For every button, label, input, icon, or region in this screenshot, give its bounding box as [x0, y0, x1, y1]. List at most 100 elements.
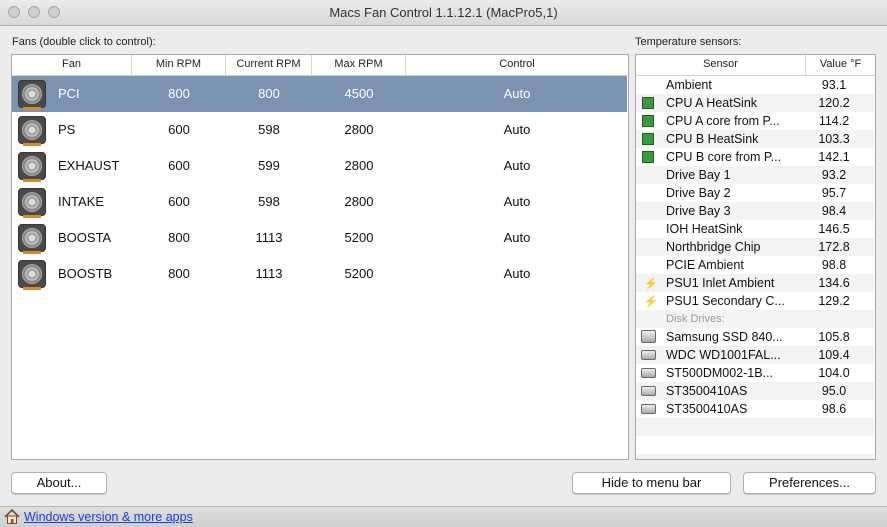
- column-header-control[interactable]: Control: [406, 55, 628, 75]
- sensors-table[interactable]: Sensor Value °F Ambient 93.1 CPU A HeatSin…: [635, 54, 876, 460]
- sensor-value: 95.7: [821, 186, 847, 200]
- sensor-row[interactable]: PCIE Ambient 98.8: [636, 256, 874, 274]
- fan-name: BOOSTA: [58, 230, 112, 245]
- sensor-value: 172.8: [818, 240, 850, 254]
- sensor-name: Northbridge Chip: [666, 240, 761, 254]
- ssd-drive-icon: [641, 330, 656, 343]
- column-header-current-rpm[interactable]: Current RPM: [226, 55, 312, 75]
- sensor-name: CPU A HeatSink: [666, 96, 758, 110]
- sensor-row[interactable]: Drive Bay 1 93.2: [636, 166, 874, 184]
- preferences-button[interactable]: Preferences...: [743, 472, 876, 494]
- fan-row[interactable]: EXHAUST 600 599 2800 Auto: [12, 148, 627, 184]
- sensor-value: 134.6: [818, 276, 850, 290]
- fan-control-mode[interactable]: Auto: [406, 256, 628, 292]
- fan-current-rpm: 598: [258, 194, 280, 209]
- sensor-row[interactable]: CPU A core from P... 114.2: [636, 112, 874, 130]
- empty-row: [636, 436, 874, 454]
- fan-max-rpm: 5200: [344, 266, 374, 281]
- sensor-name: ST500DM002-1B...: [666, 366, 773, 380]
- sensor-value: 98.6: [821, 402, 847, 416]
- fan-max-rpm: 5200: [344, 230, 374, 245]
- fan-icon: [18, 224, 46, 254]
- group-label-text: Disk Drives:: [666, 313, 725, 325]
- windows-version-link[interactable]: Windows version & more apps: [24, 510, 193, 524]
- sensor-name: ST3500410AS: [666, 384, 748, 398]
- fans-label: Fans (double click to control):: [12, 36, 156, 48]
- sensor-name: PCIE Ambient: [666, 258, 744, 272]
- sensors-label: Temperature sensors:: [635, 36, 742, 48]
- sensor-name: Drive Bay 3: [666, 204, 731, 218]
- fan-icon: [18, 152, 46, 182]
- sensor-row[interactable]: Drive Bay 3 98.4: [636, 202, 874, 220]
- fan-current-rpm: 800: [258, 86, 280, 101]
- sensor-value: 129.2: [818, 294, 850, 308]
- fan-row[interactable]: BOOSTA 800 1113 5200 Auto: [12, 220, 627, 256]
- empty-row: [636, 454, 874, 459]
- fan-control-mode[interactable]: Auto: [406, 148, 628, 184]
- sensor-row[interactable]: ⚡ PSU1 Secondary C... 129.2: [636, 292, 874, 310]
- sensor-row[interactable]: Samsung SSD 840... 105.8: [636, 328, 874, 346]
- sensor-row[interactable]: WDC WD1001FAL... 109.4: [636, 346, 874, 364]
- column-header-value[interactable]: Value °F: [806, 55, 875, 75]
- fan-control-mode[interactable]: Auto: [406, 184, 628, 220]
- cpu-chip-icon: [642, 133, 654, 145]
- sensor-row[interactable]: CPU B HeatSink 103.3: [636, 130, 874, 148]
- fan-row[interactable]: INTAKE 600 598 2800 Auto: [12, 184, 627, 220]
- sensor-name: ST3500410AS: [666, 402, 748, 416]
- sensor-row[interactable]: CPU A HeatSink 120.2: [636, 94, 874, 112]
- sensor-row[interactable]: ST3500410AS 95.0: [636, 382, 874, 400]
- sensor-value: 93.2: [821, 168, 847, 182]
- cpu-chip-icon: [642, 115, 654, 127]
- fan-row[interactable]: BOOSTB 800 1113 5200 Auto: [12, 256, 627, 292]
- sensor-name: CPU B core from P...: [666, 150, 782, 164]
- fan-name: PCI: [58, 86, 80, 101]
- fan-name: EXHAUST: [58, 158, 120, 173]
- fan-icon: [18, 80, 46, 110]
- fan-min-rpm: 600: [168, 194, 190, 209]
- sensor-value: 105.8: [818, 330, 850, 344]
- sensor-value: 93.1: [821, 78, 847, 92]
- fan-row[interactable]: PCI 800 800 4500 Auto: [12, 76, 627, 112]
- sensor-row[interactable]: ⚡ PSU1 Inlet Ambient 134.6: [636, 274, 874, 292]
- hard-drive-icon: [641, 368, 656, 378]
- about-button[interactable]: About...: [11, 472, 107, 494]
- sensor-value: 146.5: [818, 222, 850, 236]
- fans-table[interactable]: Fan Min RPM Current RPM Max RPM Control …: [11, 54, 629, 460]
- hard-drive-icon: [641, 386, 656, 396]
- fan-row[interactable]: PS 600 598 2800 Auto: [12, 112, 627, 148]
- column-header-sensor[interactable]: Sensor: [636, 55, 806, 75]
- sensor-name: Drive Bay 1: [666, 168, 731, 182]
- sensor-value: 98.4: [821, 204, 847, 218]
- fan-max-rpm: 2800: [344, 122, 374, 137]
- column-header-max-rpm[interactable]: Max RPM: [312, 55, 406, 75]
- fan-icon: [18, 188, 46, 218]
- sensor-value: 95.0: [821, 384, 847, 398]
- sensor-row[interactable]: Northbridge Chip 172.8: [636, 238, 874, 256]
- sensor-name: IOH HeatSink: [666, 222, 743, 236]
- sensor-row[interactable]: ST3500410AS 98.6: [636, 400, 874, 418]
- cpu-chip-icon: [642, 151, 654, 163]
- sensor-name: Samsung SSD 840...: [666, 330, 783, 344]
- sensor-row[interactable]: Ambient 93.1: [636, 76, 874, 94]
- empty-row: [636, 418, 874, 436]
- fan-current-rpm: 1113: [255, 230, 283, 245]
- sensor-value: 104.0: [818, 366, 850, 380]
- fan-max-rpm: 4500: [344, 86, 374, 101]
- fan-name: PS: [58, 122, 76, 137]
- fan-current-rpm: 599: [258, 158, 280, 173]
- hide-to-menu-bar-button[interactable]: Hide to menu bar: [572, 472, 731, 494]
- fan-min-rpm: 800: [168, 230, 190, 245]
- title-bar: Macs Fan Control 1.1.12.1 (MacPro5,1): [0, 0, 887, 26]
- sensor-row[interactable]: IOH HeatSink 146.5: [636, 220, 874, 238]
- column-header-min-rpm[interactable]: Min RPM: [132, 55, 226, 75]
- sensor-value: 120.2: [818, 96, 850, 110]
- sensor-row[interactable]: CPU B core from P... 142.1: [636, 148, 874, 166]
- column-header-fan[interactable]: Fan: [12, 55, 132, 75]
- sensor-row[interactable]: Drive Bay 2 95.7: [636, 184, 874, 202]
- home-icon[interactable]: [4, 509, 20, 524]
- fan-control-mode[interactable]: Auto: [406, 112, 628, 148]
- sensor-value: 103.3: [818, 132, 850, 146]
- fan-control-mode[interactable]: Auto: [406, 76, 628, 112]
- sensor-row[interactable]: ST500DM002-1B... 104.0: [636, 364, 874, 382]
- fan-control-mode[interactable]: Auto: [406, 220, 628, 256]
